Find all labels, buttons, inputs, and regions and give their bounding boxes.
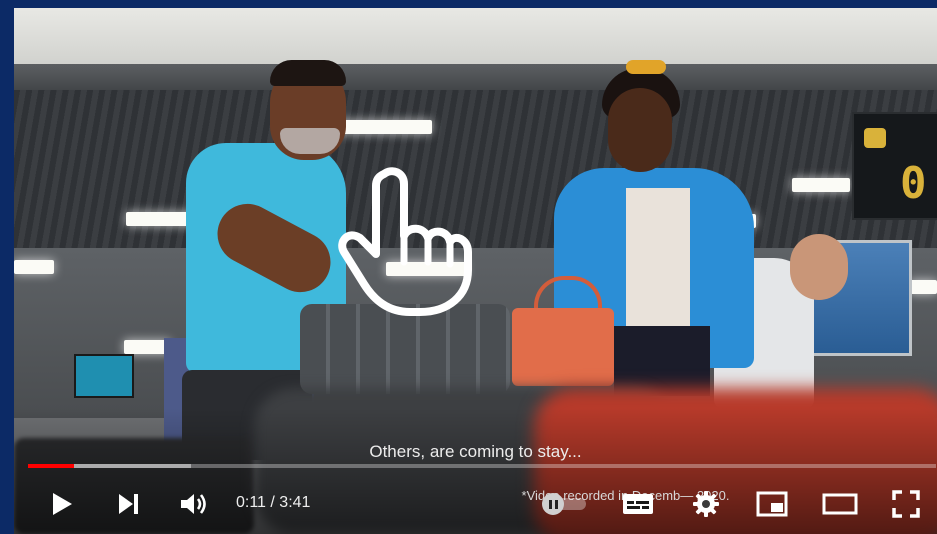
ceiling-light <box>14 260 54 274</box>
next-icon <box>119 494 138 514</box>
handbag <box>512 308 614 386</box>
theater-mode-button[interactable] <box>818 486 862 522</box>
volume-button[interactable] <box>174 486 214 522</box>
theater-mode-icon <box>822 493 858 515</box>
progress-played <box>28 464 75 468</box>
video-player[interactable]: 0 Others, are coming to stay... *Video r… <box>14 8 937 534</box>
fullscreen-icon <box>892 490 920 518</box>
play-icon <box>53 493 72 515</box>
controls-gradient <box>14 408 937 534</box>
suitcase <box>300 304 510 394</box>
miniplayer-button[interactable] <box>752 486 792 522</box>
scene-slats <box>14 90 937 250</box>
fullscreen-button[interactable] <box>886 486 926 522</box>
miniplayer-icon <box>756 491 788 517</box>
autoplay-toggle[interactable] <box>542 493 588 515</box>
face-shield <box>280 128 340 154</box>
elderly-man-figure <box>790 234 848 300</box>
next-button[interactable] <box>110 486 146 522</box>
gear-icon <box>693 491 719 517</box>
woman-figure <box>626 188 690 338</box>
wall-monitor <box>74 354 134 398</box>
woman-figure <box>614 326 710 396</box>
ceiling-light <box>792 178 850 192</box>
settings-button[interactable] <box>686 486 726 522</box>
ceiling-light <box>910 280 937 294</box>
subtitles-button[interactable] <box>618 486 658 522</box>
scene-ceiling <box>14 8 937 70</box>
subtitle-caption: Others, are coming to stay... <box>369 442 582 461</box>
luggage-icon <box>864 128 886 148</box>
play-button[interactable] <box>44 486 80 522</box>
baggage-sign: 0 <box>852 112 937 220</box>
time-duration: 3:41 <box>279 494 311 511</box>
ceiling-light <box>338 120 432 134</box>
time-separator: / <box>265 494 280 511</box>
time-display: 0:11 / 3:41 <box>236 494 310 512</box>
sign-number: 0 <box>900 158 927 209</box>
pause-icon <box>542 493 564 515</box>
volume-icon <box>181 494 206 514</box>
woman-figure <box>608 88 672 172</box>
time-current: 0:11 <box>236 494 266 511</box>
man-figure <box>270 60 346 86</box>
progress-bar[interactable] <box>28 464 936 468</box>
woman-figure <box>626 60 666 74</box>
hand-pointer-icon <box>338 167 472 316</box>
subtitles-icon <box>623 494 653 514</box>
